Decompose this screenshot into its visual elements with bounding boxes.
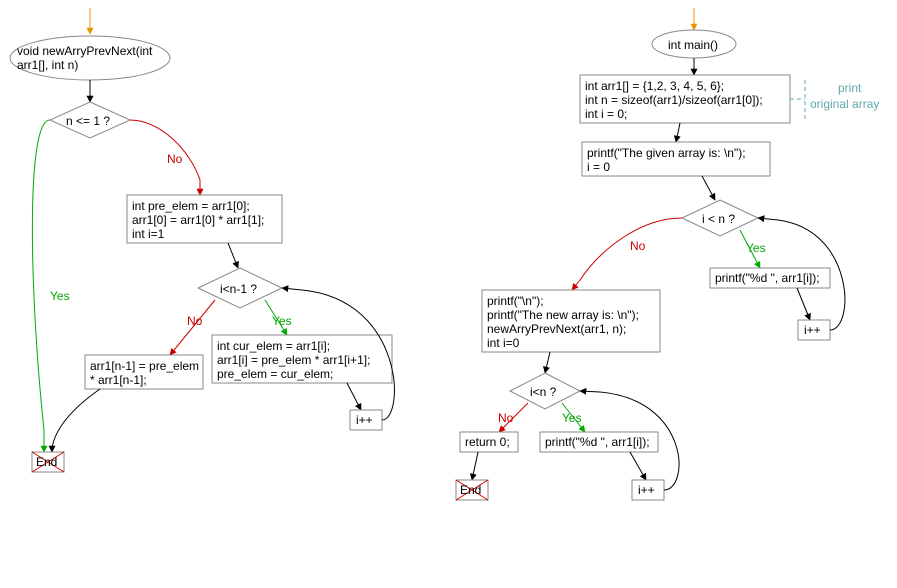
main-text: int main() (668, 38, 718, 52)
edge-after1-to-cond2 (545, 352, 550, 373)
func-sig-line2: arr1[], int n) (17, 58, 78, 72)
edge-return-to-end (472, 452, 478, 480)
edge-after-to-end (52, 389, 100, 452)
after1-l2: printf("The new array is: \n"); (487, 308, 639, 322)
block1-l1: int pre_elem = arr1[0]; (132, 199, 250, 213)
edge-loop2-to-inc2 (630, 452, 646, 480)
note-l2: original array (810, 97, 879, 111)
flowchart-newArryPrevNext: void newArryPrevNext(int arr1[], int n) … (10, 8, 394, 472)
flowchart-main: int main() int arr1[] = {1,2, 3, 4, 5, 6… (456, 8, 879, 500)
block1-l3: int i=1 (132, 227, 165, 241)
after1-l3: newArryPrevNext(arr1, n); (487, 322, 626, 336)
label-no-cond2: No (187, 314, 203, 328)
cond1r-text: i < n ? (702, 212, 735, 226)
edge-block1-to-cond2 (228, 243, 238, 268)
func-sig-line1: void newArryPrevNext(int (17, 44, 153, 58)
print1-l2: i = 0 (587, 160, 610, 174)
print1-l1: printf("The given array is: \n"); (587, 146, 746, 160)
label-no-cond2r: No (498, 411, 514, 425)
inc1-text: i++ (356, 413, 373, 427)
edge-cond1-yes (32, 120, 50, 452)
end-node-right: End (456, 480, 488, 500)
edge-loop1-to-inc1 (797, 288, 810, 320)
end-text-left: End (36, 455, 57, 469)
cond2r-text: i<n ? (530, 385, 557, 399)
edge-decl-to-print1 (676, 123, 680, 142)
edge-cond1r-no (572, 218, 682, 290)
label-yes-cond1: Yes (50, 289, 70, 303)
label-yes-cond1r: Yes (746, 241, 766, 255)
inc2r-text: i++ (638, 483, 655, 497)
edge-loopbody-to-inc (347, 383, 361, 410)
loopbody-l3: pre_elem = cur_elem; (217, 367, 333, 381)
label-no-cond1: No (167, 152, 183, 166)
decl-l2: int n = sizeof(arr1)/sizeof(arr1[0]); (585, 93, 763, 107)
label-yes-cond2r: Yes (562, 411, 582, 425)
inc1r-text: i++ (804, 323, 821, 337)
return-text: return 0; (465, 435, 510, 449)
note-l1: print (838, 81, 862, 95)
loop1-body-text: printf("%d ", arr1[i]); (715, 271, 820, 285)
end-node-left: End (32, 452, 64, 472)
flowchart-canvas: void newArryPrevNext(int arr1[], int n) … (0, 0, 897, 588)
cond-n-le-1-text: n <= 1 ? (66, 114, 110, 128)
cond2-text: i<n-1 ? (220, 282, 257, 296)
label-no-cond1r: No (630, 239, 646, 253)
loopbody-l2: arr1[i] = pre_elem * arr1[i+1]; (217, 353, 370, 367)
edge-print1-to-cond1 (702, 176, 715, 200)
after1-l1: printf("\n"); (487, 294, 544, 308)
block1-l2: arr1[0] = arr1[0] * arr1[1]; (132, 213, 264, 227)
decl-l3: int i = 0; (585, 107, 627, 121)
after1-l4: int i=0 (487, 336, 520, 350)
loop2-body-text: printf("%d ", arr1[i]); (545, 435, 650, 449)
end-text-right: End (460, 483, 481, 497)
decl-l1: int arr1[] = {1,2, 3, 4, 5, 6}; (585, 79, 724, 93)
after-l2: * arr1[n-1]; (90, 373, 147, 387)
after-l1: arr1[n-1] = pre_elem (90, 359, 199, 373)
edge-cond1-no (130, 120, 200, 195)
loopbody-l1: int cur_elem = arr1[i]; (217, 339, 330, 353)
label-yes-cond2: Yes (272, 314, 292, 328)
